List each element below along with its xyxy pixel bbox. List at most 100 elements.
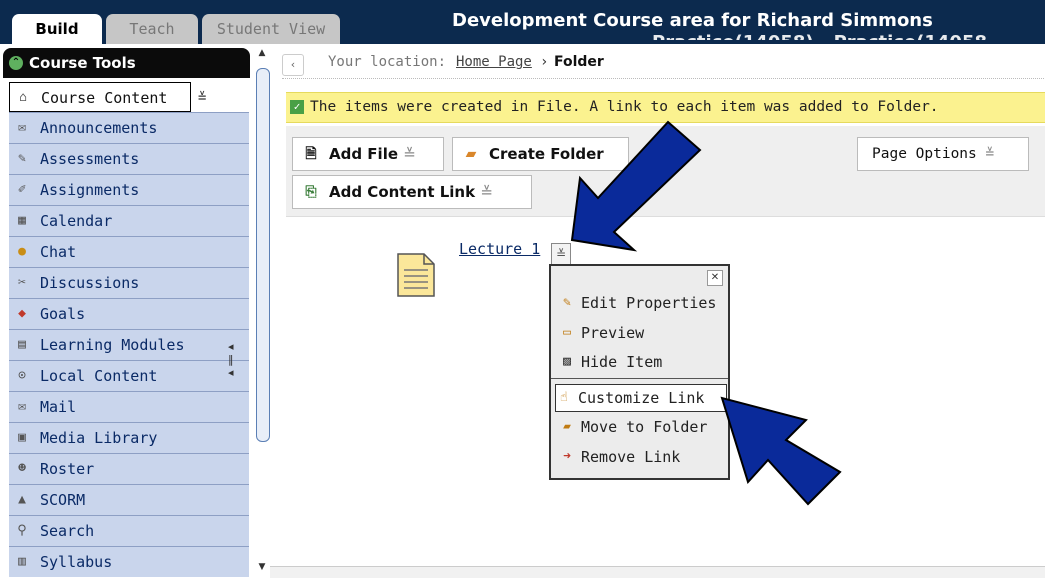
scroll-down-icon[interactable]: ▼ bbox=[256, 562, 268, 574]
top-bar: Build Teach Student View Development Cou… bbox=[0, 0, 1045, 44]
sidebar-scrollbar[interactable]: ▲ ▼ bbox=[254, 48, 270, 578]
sidebar-item-label: Mail bbox=[40, 398, 77, 416]
collapse-icon[interactable]: ⌃ bbox=[9, 56, 23, 70]
menu-item-move-to-folder[interactable]: ▰ Move to Folder bbox=[559, 414, 725, 440]
sidebar-item-announcements[interactable]: ✉ Announcements bbox=[9, 112, 249, 143]
scroll-up-icon[interactable]: ▲ bbox=[256, 48, 268, 60]
media-icon: ▣ bbox=[18, 430, 26, 445]
item-title-link[interactable]: Lecture 1 bbox=[459, 240, 540, 258]
sidebar-item-search[interactable]: ⚲ Search bbox=[9, 515, 249, 546]
sidebar-item-label: Course Content bbox=[41, 89, 168, 107]
scorm-icon: ▲ bbox=[18, 492, 26, 507]
sidebar-item-discussions[interactable]: ✂ Discussions bbox=[9, 267, 249, 298]
menu-item-label: Remove Link bbox=[581, 448, 681, 466]
sidebar-item-label: Announcements bbox=[40, 119, 158, 137]
sidebar-header[interactable]: ⌃ Course Tools bbox=[3, 48, 250, 78]
sidebar-item-chat[interactable]: ● Chat bbox=[9, 236, 249, 267]
menu-item-label: Preview bbox=[581, 324, 645, 342]
preview-icon: ▭ bbox=[563, 325, 571, 340]
horizontal-scrollbar[interactable] bbox=[270, 566, 1045, 578]
sidebar-item-label: Assessments bbox=[40, 150, 140, 168]
hide-icon: ▨ bbox=[563, 354, 571, 369]
create-folder-button[interactable]: ▰ Create Folder bbox=[452, 137, 629, 171]
sidebar-item-goals[interactable]: ◆ Goals bbox=[9, 298, 249, 329]
course-title-text: Development Course area for Richard Simm… bbox=[452, 10, 933, 31]
sidebar-item-mail[interactable]: ✉ Mail bbox=[9, 391, 249, 422]
roster-icon: ☻ bbox=[18, 461, 26, 476]
sidebar-item-scorm[interactable]: ▲ SCORM bbox=[9, 484, 249, 515]
breadcrumb-current: Folder bbox=[554, 54, 604, 70]
file-icon: 🗎 bbox=[305, 146, 317, 162]
menu-item-label: Customize Link bbox=[578, 389, 705, 407]
tab-teach[interactable]: Teach bbox=[106, 14, 198, 44]
calendar-icon: ▦ bbox=[18, 213, 26, 228]
success-banner: ✓ The items were created in File. A link… bbox=[286, 92, 1045, 123]
scroll-thumb[interactable] bbox=[256, 68, 270, 442]
tab-build[interactable]: Build bbox=[12, 14, 102, 44]
sidebar-header-label: Course Tools bbox=[29, 54, 136, 72]
breadcrumb: ‹ Your location: Home Page › Folder bbox=[282, 50, 1044, 79]
sidebar-item-media-library[interactable]: ▣ Media Library bbox=[9, 422, 249, 453]
add-content-link-label: Add Content Link bbox=[329, 183, 476, 201]
page-options-label: Page Options bbox=[872, 146, 977, 162]
chevron-down-icon: ≚ bbox=[480, 183, 493, 201]
folder-icon: ▰ bbox=[465, 146, 477, 162]
breadcrumb-prefix: Your location: bbox=[328, 54, 447, 70]
sidebar-item-label: Roster bbox=[40, 460, 95, 478]
megaphone-icon: ✉ bbox=[18, 120, 26, 135]
breadcrumb-home-link[interactable]: Home Page bbox=[456, 54, 532, 70]
sidebar-item-label: Calendar bbox=[40, 212, 113, 230]
menu-item-remove-link[interactable]: ➜ Remove Link bbox=[559, 444, 725, 470]
sidebar-item-calendar[interactable]: ▦ Calendar bbox=[9, 205, 249, 236]
sidebar-item-label: Search bbox=[40, 522, 95, 540]
assessment-icon: ✎ bbox=[18, 151, 26, 166]
document-icon bbox=[397, 253, 435, 297]
goals-icon: ◆ bbox=[18, 306, 26, 321]
menu-item-customize-link[interactable]: ☝ Customize Link bbox=[555, 384, 727, 412]
sidebar-item-label: Assignments bbox=[40, 181, 140, 199]
page-options-button[interactable]: Page Options ≚ bbox=[857, 137, 1029, 171]
app-window: Build Teach Student View Development Cou… bbox=[0, 0, 1045, 578]
sidebar-splitter[interactable]: ◂ ‖ ◂ bbox=[228, 340, 240, 400]
menu-item-preview[interactable]: ▭ Preview bbox=[559, 320, 725, 346]
sidebar-item-roster[interactable]: ☻ Roster bbox=[9, 453, 249, 484]
add-content-link-button[interactable]: ⎘ Add Content Link ≚ bbox=[292, 175, 532, 209]
close-icon[interactable]: ✕ bbox=[707, 270, 723, 286]
syllabus-icon: ▥ bbox=[18, 554, 26, 569]
sidebar-item-assessments[interactable]: ✎ Assessments bbox=[9, 143, 249, 174]
back-icon[interactable]: ‹ bbox=[282, 54, 304, 76]
local-content-icon: ⊙ bbox=[18, 368, 26, 383]
action-toolbar: 🗎 Add File ≚ ▰ Create Folder Page Option… bbox=[286, 126, 1045, 217]
tab-student-view[interactable]: Student View bbox=[202, 14, 340, 44]
sidebar-item-assignments[interactable]: ✐ Assignments bbox=[9, 174, 249, 205]
chat-icon: ● bbox=[18, 244, 26, 259]
chevron-down-icon[interactable]: ≚ bbox=[198, 83, 206, 113]
breadcrumb-separator: › bbox=[540, 54, 549, 70]
sidebar-item-local-content[interactable]: ⊙ Local Content bbox=[9, 360, 249, 391]
sidebar-item-label: SCORM bbox=[40, 491, 86, 509]
course-subtitle: Practice(14058) - Practice(14058 bbox=[652, 32, 987, 40]
link-icon: ⎘ bbox=[305, 184, 317, 200]
sidebar-item-label: Discussions bbox=[40, 274, 140, 292]
course-title: Development Course area for Richard Simm… bbox=[452, 10, 1045, 40]
sidebar-item-course-content[interactable]: ⌂ Course Content ≚ bbox=[9, 82, 206, 112]
sidebar-item-learning-modules[interactable]: ▤ Learning Modules bbox=[9, 329, 249, 360]
item-context-menu: ✕ ✎ Edit Properties ▭ Preview ▨ Hide Ite… bbox=[549, 264, 730, 480]
sidebar-item-label: Syllabus bbox=[40, 553, 113, 571]
success-message: The items were created in File. A link t… bbox=[310, 99, 939, 115]
checkmark-icon: ✓ bbox=[290, 100, 304, 114]
sidebar-item-label: Media Library bbox=[40, 429, 158, 447]
menu-item-hide-item[interactable]: ▨ Hide Item bbox=[559, 349, 725, 375]
search-icon: ⚲ bbox=[17, 523, 27, 538]
menu-divider bbox=[551, 378, 728, 379]
sidebar-item-syllabus[interactable]: ▥ Syllabus bbox=[9, 546, 249, 577]
chevron-down-icon[interactable]: ≚ bbox=[551, 243, 571, 265]
module-icon: ▤ bbox=[18, 337, 26, 352]
add-file-button[interactable]: 🗎 Add File ≚ bbox=[292, 137, 444, 171]
menu-item-edit-properties[interactable]: ✎ Edit Properties bbox=[559, 290, 725, 316]
folder-move-icon: ▰ bbox=[563, 419, 571, 434]
menu-item-label: Hide Item bbox=[581, 353, 663, 371]
menu-item-label: Move to Folder bbox=[581, 418, 708, 436]
assignment-icon: ✐ bbox=[18, 182, 26, 197]
home-icon: ⌂ bbox=[19, 90, 27, 105]
